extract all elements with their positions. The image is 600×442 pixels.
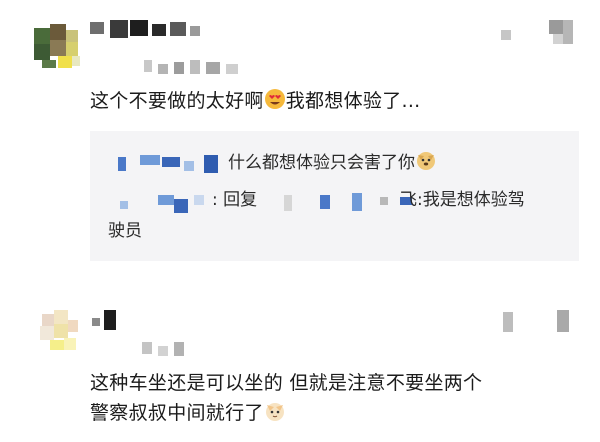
doge-emoji [415,149,437,179]
username-pixelated[interactable] [88,306,138,336]
reply-2-line-1: : 回复 [212,190,258,210]
avatar[interactable] [36,306,84,354]
reply-2-line-2: 驶员 [108,221,142,241]
avatar[interactable] [32,22,80,70]
comment-text-line-2: 警察叔叔中间就行了 [90,398,286,431]
like-icon[interactable] [495,306,585,336]
comment-meta-pixelated [144,60,238,74]
comment-text: 这个不要做的太好啊 我都想体验了... [90,86,421,119]
reply-username-pixelated[interactable] [118,153,228,175]
reply-2-line-1b: 飞:我是想体验驾 [400,190,525,210]
comment-meta-pixelated [142,342,184,356]
avatar-pixel-art [36,306,84,354]
heart-eyes-emoji [264,88,286,119]
cat-emoji [264,400,286,431]
avatar-pixel-art [32,22,80,70]
reply-box[interactable]: 什么都想体验只会害了你 : 回复 飞:我是想体验驾 驶员 [90,131,579,261]
reply-1-text: 什么都想体验只会害了你 [228,149,437,179]
like-icon[interactable] [495,18,585,48]
username-pixelated[interactable] [86,16,226,46]
reply-2-username-pixelated[interactable] [118,191,218,217]
comment-text-line-1: 这种车坐还是可以坐的 但就是注意不要坐两个 [90,372,483,394]
